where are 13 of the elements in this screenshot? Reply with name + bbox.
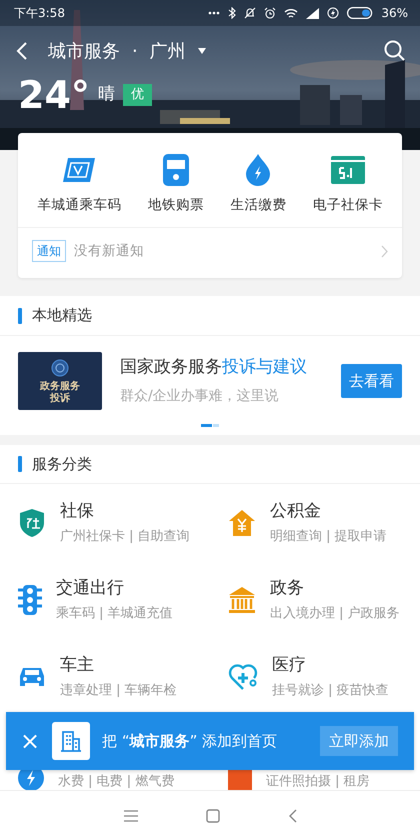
notice-tag: 通知 xyxy=(32,240,66,262)
banner-text: 把 “城市服务” 添加到首页 xyxy=(102,730,278,752)
section-title: 本地精选 xyxy=(32,305,92,326)
weather-condition: 晴 xyxy=(98,83,115,106)
temperature: 24° xyxy=(18,76,90,114)
status-time: 下午3:58 xyxy=(14,5,65,22)
battery-percent: 36% xyxy=(381,5,408,22)
page-title: 城市服务 xyxy=(48,40,120,64)
promo-headline: 国家政务服务投诉与建议 xyxy=(120,356,308,378)
air-quality-badge: 优 xyxy=(122,84,152,106)
title-separator: · xyxy=(132,40,138,64)
promo-subtitle: 群众/企业办事难，这里说 xyxy=(120,387,280,406)
section-title: 服务分类 xyxy=(32,454,92,475)
